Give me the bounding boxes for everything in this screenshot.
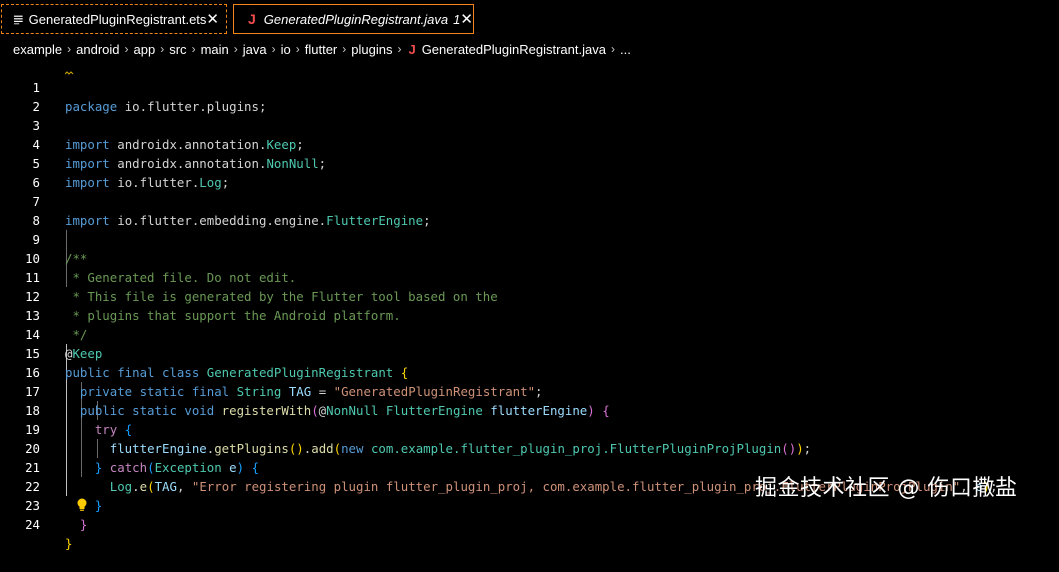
java-icon: J bbox=[408, 41, 416, 57]
editor-tab-bar: GeneratedPluginRegistrant.ets ✕ J Genera… bbox=[0, 0, 1059, 38]
tab-generated-plugin-registrant-java[interactable]: J GeneratedPluginRegistrant.java 1 ✕ bbox=[233, 4, 474, 34]
breadcrumb-item-java[interactable]: java bbox=[243, 42, 267, 57]
tab-generated-plugin-registrant-ets[interactable]: GeneratedPluginRegistrant.ets ✕ bbox=[1, 4, 227, 34]
code-line: 11 * This file is generated by the Flutt… bbox=[0, 249, 1059, 304]
breadcrumb-item-src[interactable]: src bbox=[169, 42, 186, 57]
code-line: 14 @Keep bbox=[0, 306, 1059, 361]
breadcrumb-item-example[interactable]: example bbox=[13, 42, 62, 57]
close-icon[interactable]: ✕ bbox=[206, 10, 219, 28]
code-line: 8 bbox=[0, 192, 1059, 228]
code-line: 9 /** bbox=[0, 211, 1059, 266]
chevron-right-icon: › bbox=[610, 42, 615, 56]
code-line: 6 bbox=[0, 154, 1059, 190]
close-icon[interactable]: ✕ bbox=[460, 10, 473, 28]
brace: } bbox=[65, 536, 73, 551]
chevron-right-icon: › bbox=[271, 42, 276, 56]
code-line: 16 private static final String TAG = "Ge… bbox=[0, 344, 1059, 399]
chevron-right-icon: › bbox=[67, 42, 72, 56]
code-editor[interactable]: 1 package io.flutter.plugins; 2 3 import… bbox=[0, 59, 1059, 551]
code-line: 2 bbox=[0, 78, 1059, 114]
text-lines-icon bbox=[14, 15, 23, 24]
code-line: 7 import io.flutter.embedding.engine.Flu… bbox=[0, 173, 1059, 228]
code-line: 10 * Generated file. Do not edit. bbox=[0, 230, 1059, 285]
breadcrumb-more[interactable]: ... bbox=[620, 42, 631, 57]
lightbulb-icon[interactable] bbox=[76, 498, 88, 512]
code-line: 1 package io.flutter.plugins; bbox=[0, 59, 1059, 114]
chevron-right-icon: › bbox=[160, 42, 165, 56]
code-line: 18 try { bbox=[0, 382, 1059, 437]
code-line: 4 import androidx.annotation.NonNull; bbox=[0, 116, 1059, 171]
breadcrumb-item-io[interactable]: io bbox=[281, 42, 291, 57]
breadcrumb-item-app[interactable]: app bbox=[134, 42, 156, 57]
watermark: 掘金技术社区 @ 伤口撒盐 bbox=[755, 476, 1018, 501]
code-line: 12 * plugins that support the Android pl… bbox=[0, 268, 1059, 323]
breadcrumb-item-file[interactable]: GeneratedPluginRegistrant.java bbox=[422, 42, 606, 57]
code-line: 17 public static void registerWith(@NonN… bbox=[0, 363, 1059, 418]
chevron-right-icon: › bbox=[124, 42, 129, 56]
code-line: 19 flutterEngine.getPlugins().add(new co… bbox=[0, 401, 1059, 456]
java-icon: J bbox=[248, 11, 256, 27]
breadcrumb-item-plugins[interactable]: plugins bbox=[351, 42, 392, 57]
warning-squiggle-icon bbox=[65, 71, 74, 75]
chevron-right-icon: › bbox=[397, 42, 402, 56]
tab-label: GeneratedPluginRegistrant.ets bbox=[28, 11, 207, 27]
code-line: 5 import io.flutter.Log; bbox=[0, 135, 1059, 190]
code-line: 15 public final class GeneratedPluginReg… bbox=[0, 325, 1059, 380]
brace: } bbox=[79, 517, 88, 532]
breadcrumb-item-android[interactable]: android bbox=[76, 42, 119, 57]
chevron-right-icon: › bbox=[233, 42, 238, 56]
tab-label: GeneratedPluginRegistrant.java bbox=[263, 11, 449, 27]
breadcrumb: example › android › app › src › main › j… bbox=[0, 39, 1059, 59]
problem-count-badge: 1 bbox=[453, 11, 461, 27]
line-number: 24 bbox=[25, 517, 40, 532]
chevron-right-icon: › bbox=[295, 42, 300, 56]
breadcrumb-item-main[interactable]: main bbox=[201, 42, 229, 57]
chevron-right-icon: › bbox=[342, 42, 347, 56]
code-line: 3 import androidx.annotation.Keep; bbox=[0, 97, 1059, 152]
breadcrumb-item-flutter[interactable]: flutter bbox=[305, 42, 338, 57]
code-line: 20 } catch(Exception e) { bbox=[0, 420, 1059, 475]
code-line: 21 Log.e(TAG, "Error registering plugin … bbox=[0, 439, 1059, 494]
code-line: 13 */ bbox=[0, 287, 1059, 342]
chevron-right-icon: › bbox=[191, 42, 196, 56]
